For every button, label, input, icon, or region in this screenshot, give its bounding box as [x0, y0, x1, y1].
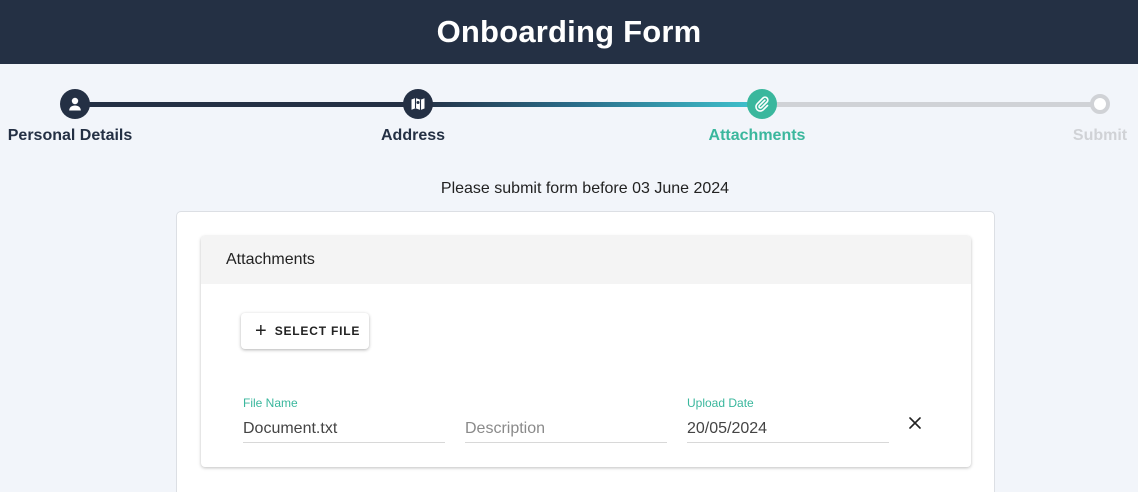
attachments-panel: Attachments + SELECT FILE File Name Uplo… [201, 236, 971, 467]
upload-date-field: Upload Date [686, 396, 890, 444]
step-personal-details-label[interactable]: Personal Details [8, 127, 133, 145]
step-submit-marker[interactable] [1090, 94, 1110, 114]
file-name-input[interactable] [243, 415, 445, 443]
description-field [464, 396, 668, 444]
file-name-label: File Name [243, 396, 298, 410]
step-personal-details-marker[interactable] [60, 89, 90, 119]
upload-date-input[interactable] [687, 415, 889, 443]
attachments-panel-title: Attachments [226, 251, 315, 268]
stepper-track-progress [418, 102, 761, 107]
app-header: Onboarding Form [0, 0, 1138, 64]
stepper-track-pending [761, 102, 1100, 107]
select-file-button[interactable]: + SELECT FILE [241, 313, 369, 349]
plus-icon: + [255, 320, 267, 342]
step-attachments-marker[interactable] [747, 89, 777, 119]
select-file-label: SELECT FILE [274, 324, 361, 338]
step-attachments-label[interactable]: Attachments [709, 127, 806, 145]
description-input[interactable] [465, 415, 667, 443]
progress-stepper: Personal Details Address Attachments Sub… [0, 64, 1138, 164]
attachments-panel-header: Attachments [201, 236, 971, 284]
step-address-marker[interactable] [403, 89, 433, 119]
user-icon [69, 97, 81, 111]
stepper-track-completed [75, 102, 418, 107]
file-name-field: File Name [242, 396, 446, 444]
upload-date-label: Upload Date [687, 396, 754, 410]
paperclip-icon [755, 96, 769, 112]
remove-attachment-button[interactable] [905, 413, 925, 433]
step-address-label[interactable]: Address [381, 127, 445, 145]
form-card: Attachments + SELECT FILE File Name Uplo… [176, 211, 995, 492]
map-icon [411, 98, 425, 110]
close-icon [909, 417, 921, 429]
step-submit-label[interactable]: Submit [1073, 127, 1127, 145]
deadline-notice: Please submit form before 03 June 2024 [440, 180, 730, 197]
page-title: Onboarding Form [436, 14, 702, 49]
